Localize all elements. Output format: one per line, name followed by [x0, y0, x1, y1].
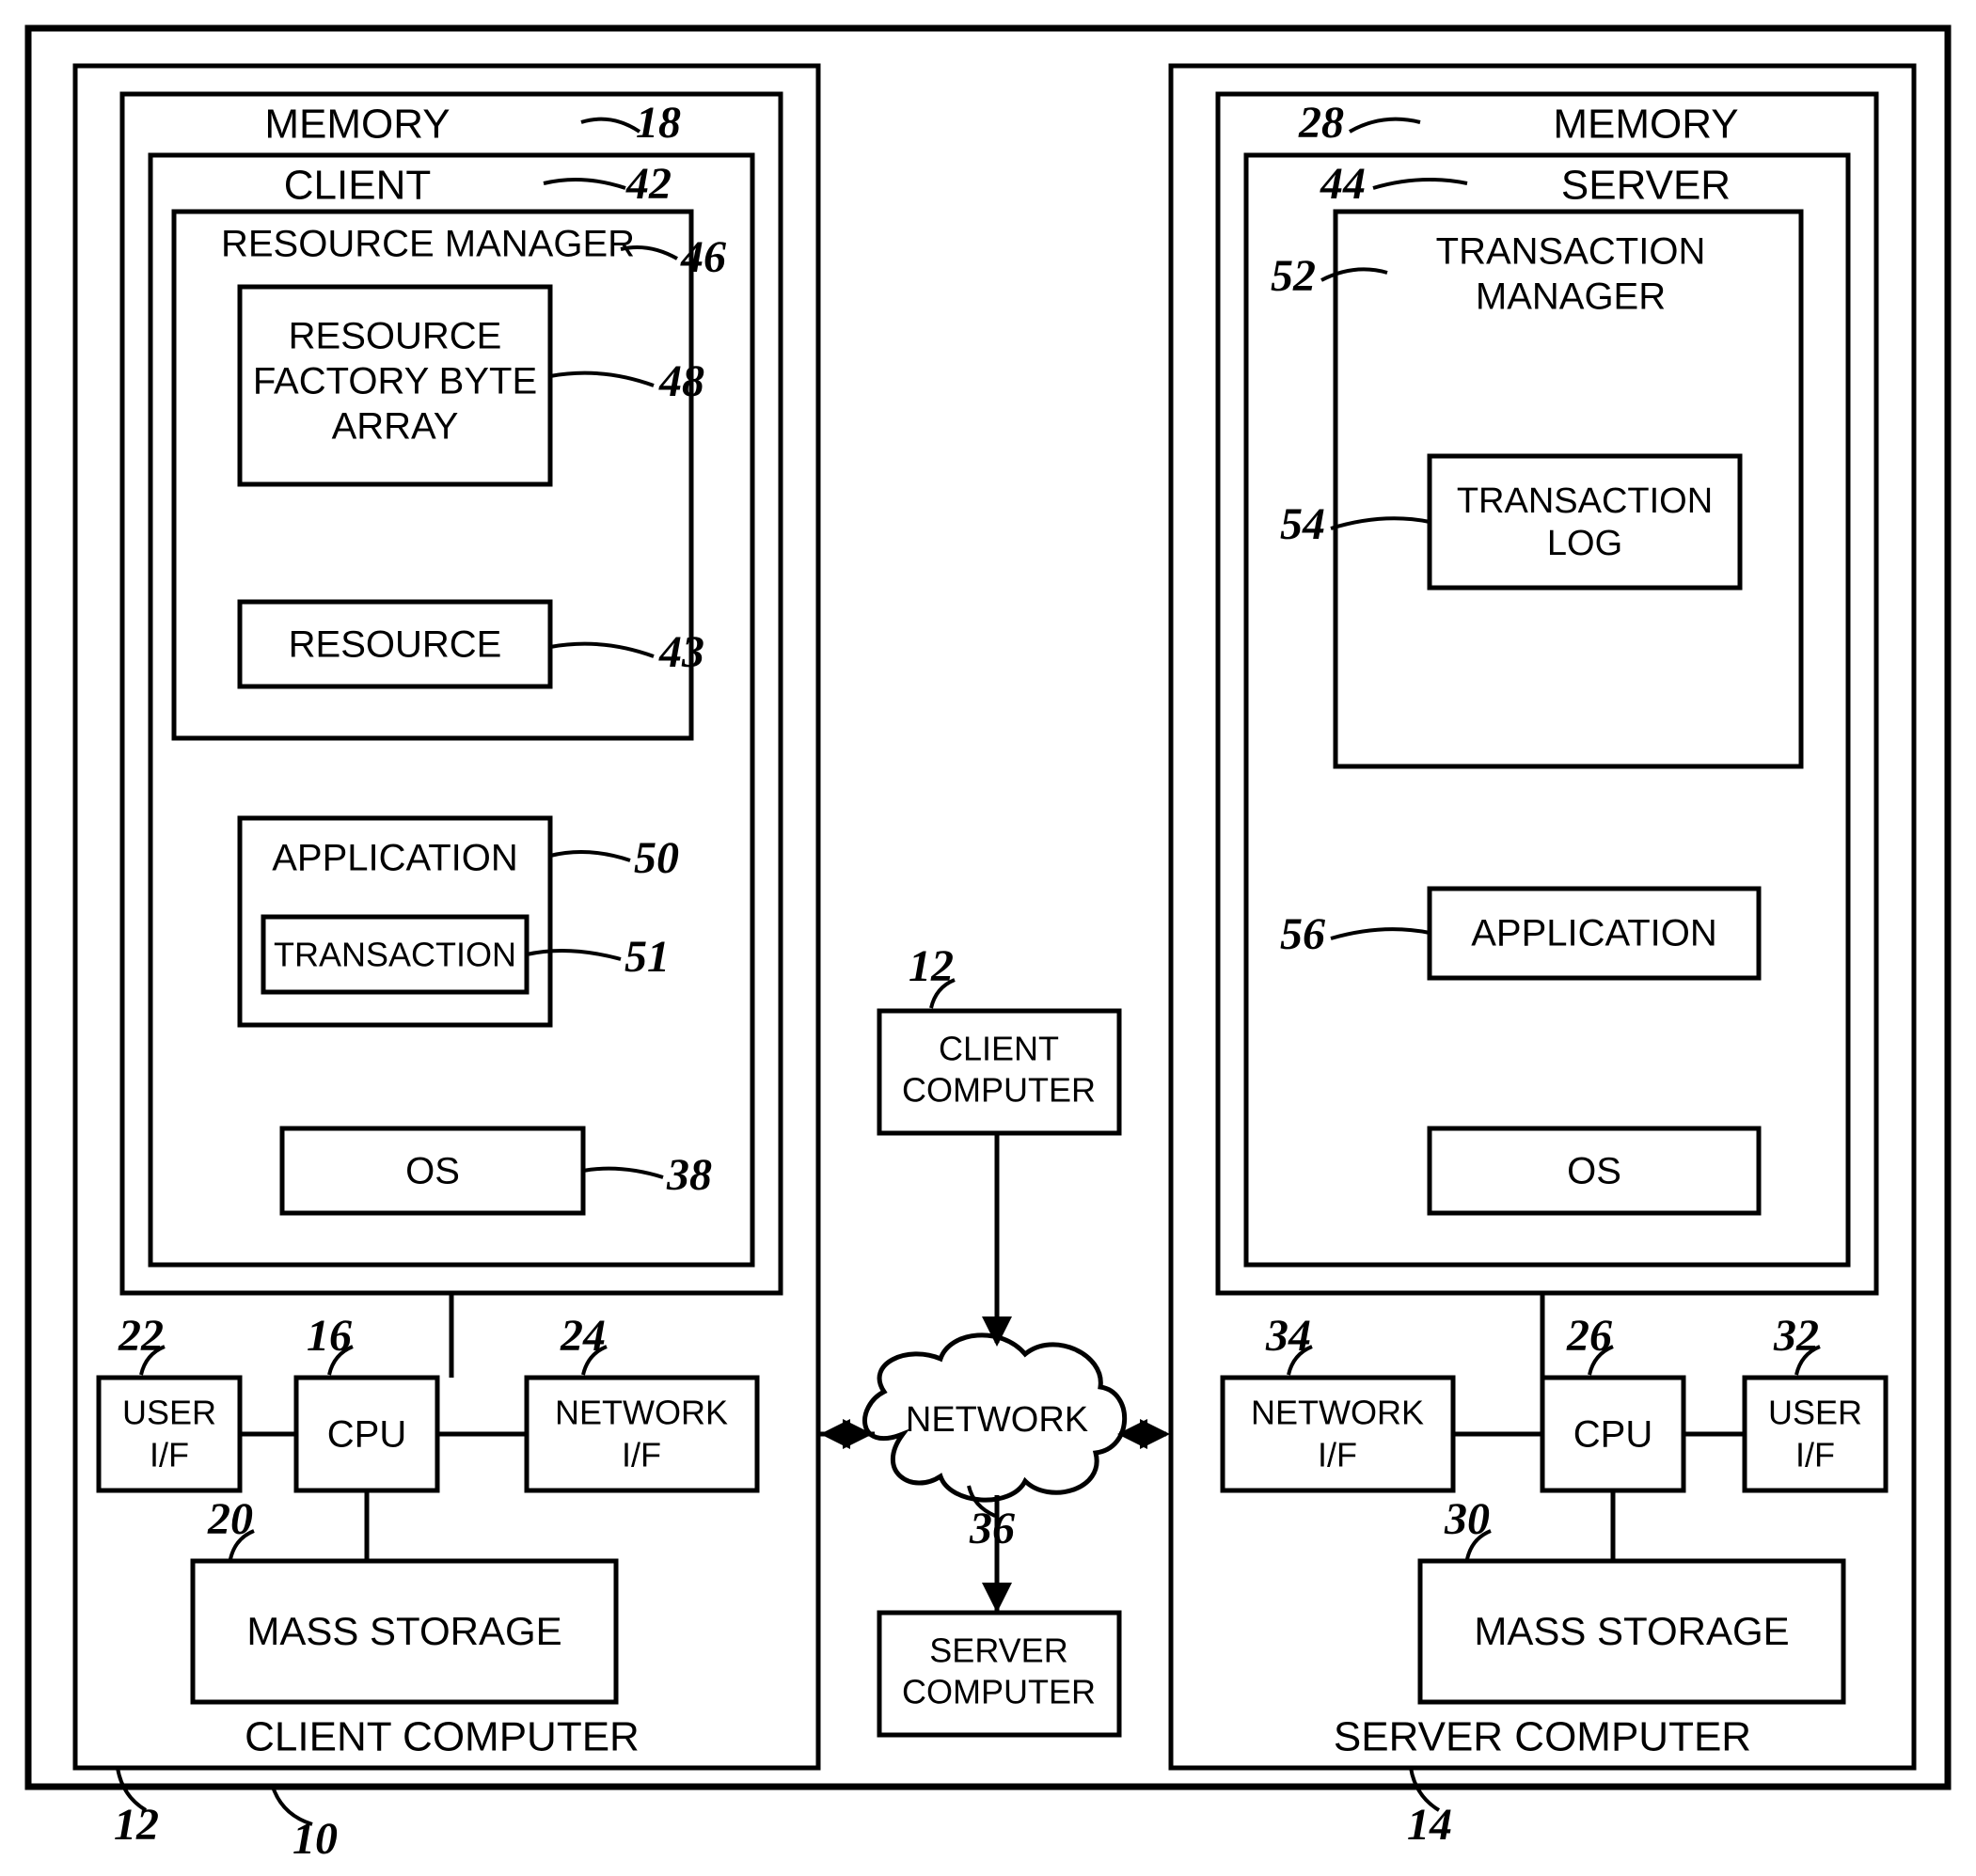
diagram-root: CLIENT COMPUTER MEMORY CLIENT RESOURCE M…: [0, 0, 1976, 1876]
server-computer-label: SERVER COMPUTER: [1334, 1714, 1751, 1760]
transaction-label: TRANSACTION: [274, 936, 516, 974]
server-os-label: OS: [1567, 1151, 1621, 1192]
client-os-label: OS: [405, 1151, 460, 1192]
server-user-if-label2: I/F: [1795, 1436, 1835, 1474]
server-network-if-label1: NETWORK: [1251, 1394, 1424, 1432]
ref-56: 56: [1280, 909, 1325, 959]
tx-log-label2: LOG: [1547, 524, 1622, 563]
ref-42: 42: [625, 159, 672, 209]
client-mass-storage-label: MASS STORAGE: [246, 1609, 561, 1653]
resource-label: RESOURCE: [289, 624, 502, 666]
client-user-if-label2: I/F: [150, 1436, 189, 1474]
ref-26: 26: [1566, 1311, 1612, 1361]
tx-log-label1: TRANSACTION: [1457, 481, 1713, 521]
resource-manager-label: RESOURCE MANAGER: [221, 224, 635, 265]
ref-16: 16: [307, 1311, 352, 1361]
resource-factory-label2: FACTORY BYTE: [253, 361, 537, 402]
server-application-label: APPLICATION: [1471, 913, 1717, 954]
network-label: NETWORK: [906, 1400, 1088, 1440]
center-server-label1: SERVER: [929, 1632, 1067, 1670]
server-user-if-label1: USER: [1768, 1394, 1862, 1432]
resource-factory-label3: ARRAY: [332, 406, 459, 448]
client-network-if-label2: I/F: [622, 1436, 661, 1474]
ref-10: 10: [292, 1814, 338, 1864]
ref-54: 54: [1280, 499, 1325, 549]
ref-20: 20: [207, 1494, 253, 1544]
ref-34: 34: [1265, 1311, 1311, 1361]
ref-48: 48: [658, 356, 704, 406]
ref-44: 44: [1320, 159, 1366, 209]
server-cpu-label: CPU: [1573, 1414, 1652, 1456]
ref-18: 18: [636, 98, 681, 148]
resource-factory-label1: RESOURCE: [289, 316, 502, 357]
client-user-if-label1: USER: [122, 1394, 216, 1432]
client-cpu-label: CPU: [327, 1414, 406, 1456]
ref-52: 52: [1271, 251, 1316, 301]
ref-14: 14: [1407, 1800, 1452, 1850]
client-network-if-label1: NETWORK: [555, 1394, 728, 1432]
client-application-label: APPLICATION: [272, 838, 518, 879]
ref-22: 22: [118, 1311, 164, 1361]
tx-manager-label2: MANAGER: [1476, 276, 1666, 318]
ref-38: 38: [666, 1150, 712, 1200]
ref-51: 51: [624, 932, 670, 982]
server-box-label: SERVER: [1561, 163, 1731, 209]
transaction-log: [1430, 456, 1740, 588]
ref-12: 12: [114, 1800, 159, 1850]
center-client-label2: COMPUTER: [902, 1071, 1096, 1110]
server-network-if-label2: I/F: [1318, 1436, 1357, 1474]
center-server-label2: COMPUTER: [902, 1673, 1096, 1711]
ref-43: 43: [658, 627, 704, 677]
ref-24: 24: [560, 1311, 606, 1361]
ref-28: 28: [1298, 98, 1344, 148]
server-mass-storage-label: MASS STORAGE: [1474, 1609, 1789, 1653]
client-box-label: CLIENT: [284, 163, 431, 209]
ref-30: 30: [1444, 1494, 1490, 1544]
center-client-label1: CLIENT: [939, 1030, 1059, 1068]
ref-46: 46: [680, 232, 726, 282]
tx-manager-label1: TRANSACTION: [1436, 231, 1706, 273]
ref-36: 36: [969, 1504, 1015, 1553]
ref-12c: 12: [909, 941, 954, 991]
ref-50: 50: [634, 833, 679, 883]
ref-32: 32: [1773, 1311, 1819, 1361]
server-memory-label: MEMORY: [1553, 102, 1738, 148]
client-memory-label: MEMORY: [264, 102, 450, 148]
client-computer-label: CLIENT COMPUTER: [245, 1714, 640, 1760]
